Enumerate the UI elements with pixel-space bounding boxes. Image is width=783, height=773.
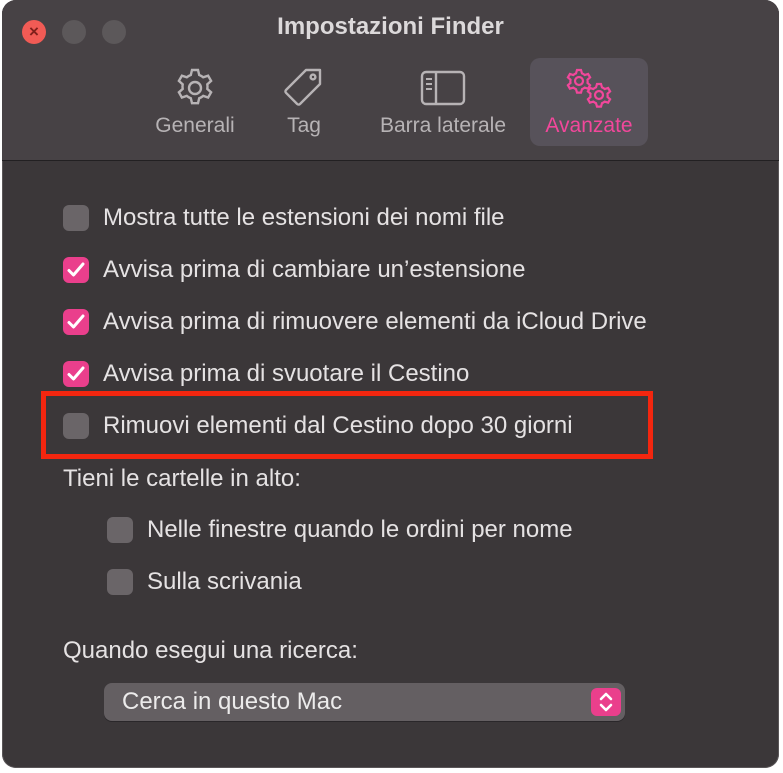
option-label: Avvisa prima di cambiare un’estensione	[103, 256, 526, 283]
tab-barra-laterale-label: Barra laterale	[379, 114, 507, 137]
tab-barra-laterale[interactable]: Barra laterale	[368, 58, 518, 146]
tab-avanzate-label: Avanzate	[545, 114, 633, 137]
window-title: Impostazioni Finder	[277, 13, 504, 40]
checkmark-icon	[67, 366, 85, 381]
checkbox-warn-empty-trash[interactable]	[63, 361, 89, 387]
search-scope-label: Quando esegui una ricerca:	[63, 637, 358, 664]
option-label: Avvisa prima di rimuovere elementi da iC…	[103, 308, 647, 335]
option-label: Mostra tutte le estensioni dei nomi file	[103, 204, 505, 231]
tag-icon	[264, 66, 344, 108]
checkbox-show-extensions[interactable]	[63, 205, 89, 231]
tab-tag-label: Tag	[287, 114, 321, 137]
option-label: Rimuovi elementi dal Cestino dopo 30 gio…	[103, 412, 573, 439]
option-label: Sulla scrivania	[147, 568, 302, 595]
tab-generali[interactable]: Generali	[140, 58, 250, 146]
search-scope-value: Cerca in questo Mac	[122, 688, 343, 715]
sidebar-icon	[368, 66, 518, 108]
checkbox-warn-extension-change[interactable]	[63, 257, 89, 283]
option-label: Nelle finestre quando le ordini per nome	[147, 516, 573, 543]
checkbox-folders-on-desktop[interactable]	[107, 569, 133, 595]
gears-icon	[530, 66, 648, 108]
gear-icon	[140, 66, 250, 108]
chevron-updown-icon	[591, 688, 621, 716]
checkbox-remove-trash-30-days[interactable]	[63, 413, 89, 439]
tab-generali-label: Generali	[155, 114, 235, 137]
folders-on-top-label: Tieni le cartelle in alto:	[63, 465, 301, 492]
option-label: Avvisa prima di svuotare il Cestino	[103, 360, 470, 387]
tab-tag[interactable]: Tag	[264, 58, 344, 146]
checkbox-folders-in-windows[interactable]	[107, 517, 133, 543]
tab-avanzate[interactable]: Avanzate	[530, 58, 648, 146]
search-scope-select[interactable]: Cerca in questo Mac	[104, 683, 625, 721]
checkmark-icon	[67, 314, 85, 329]
checkmark-icon	[67, 262, 85, 277]
toolbar: × Impostazioni Finder Generali Tag Barra…	[2, 0, 779, 161]
checkbox-warn-icloud-remove[interactable]	[63, 309, 89, 335]
